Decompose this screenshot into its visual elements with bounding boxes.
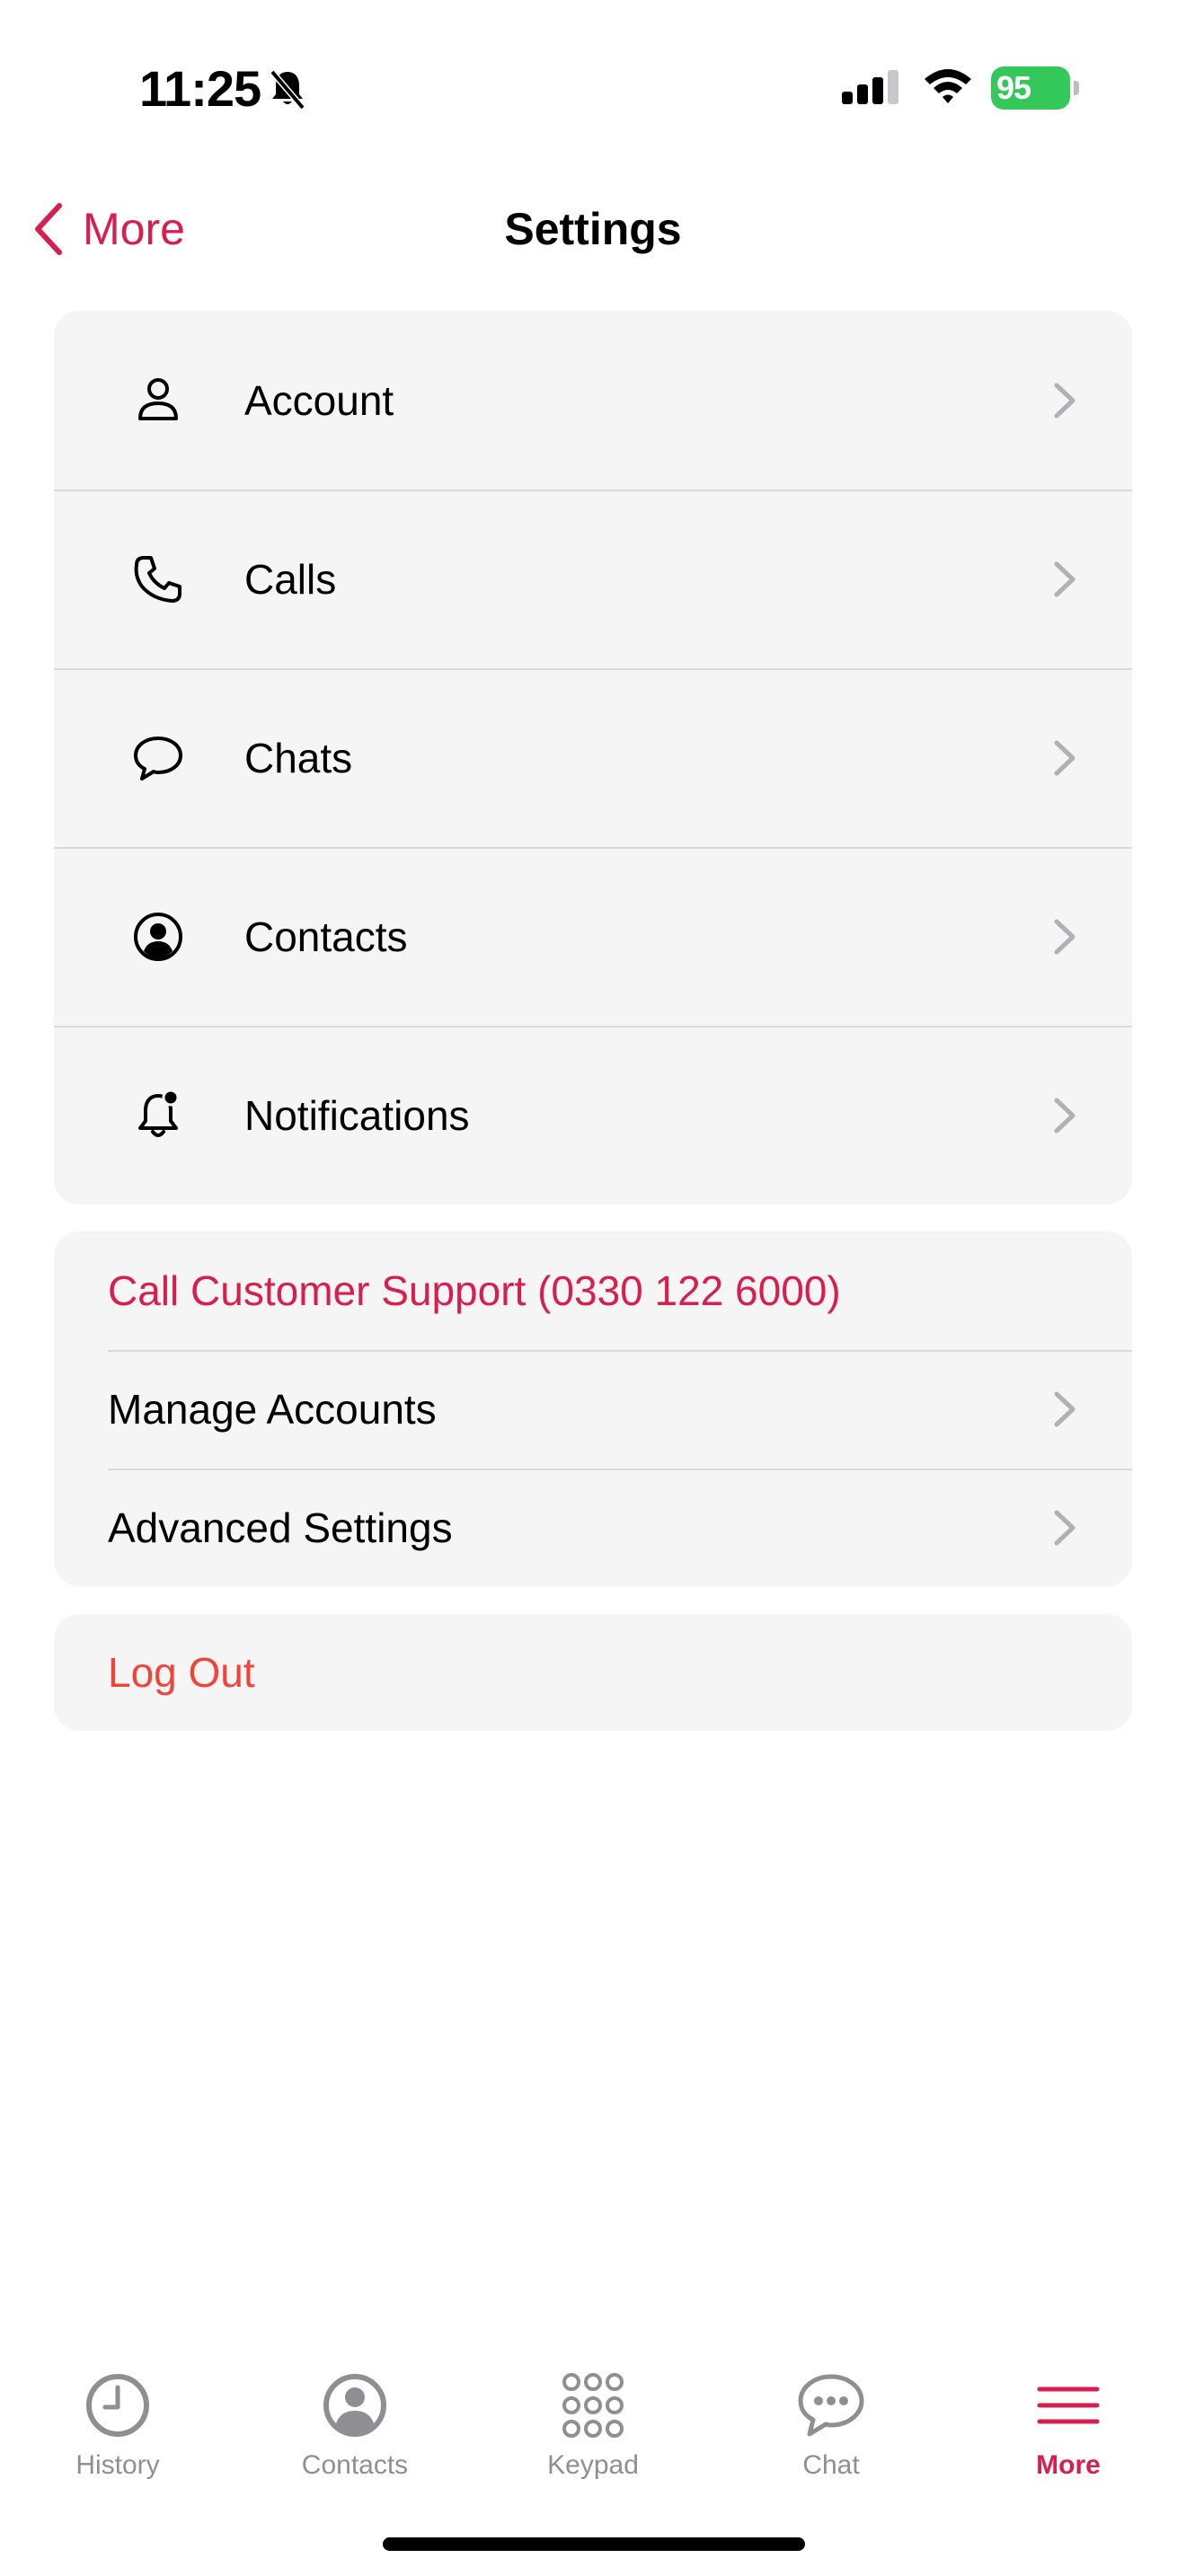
- tab-history[interactable]: History: [28, 2369, 208, 2495]
- chevron-right-icon: [1054, 561, 1075, 596]
- chevron-right-icon: [1054, 383, 1075, 418]
- settings-row-account[interactable]: Account: [54, 311, 1132, 490]
- chevron-left-icon: [35, 203, 62, 255]
- keypad-icon: [562, 2373, 624, 2438]
- advanced-settings-label: Advanced Settings: [108, 1504, 453, 1551]
- logout-group: Log Out: [54, 1614, 1132, 1731]
- support-group: Call Customer Support (0330 122 6000) Ma…: [54, 1231, 1132, 1586]
- call-customer-support-button[interactable]: Call Customer Support (0330 122 6000): [54, 1231, 1132, 1350]
- chevron-right-icon: [1054, 740, 1075, 775]
- navigation-bar: Settings More: [0, 171, 1186, 287]
- tab-contacts[interactable]: Contacts: [265, 2369, 445, 2495]
- back-label: More: [83, 204, 185, 254]
- tab-label: More: [1036, 2450, 1101, 2480]
- phone-icon: [134, 556, 181, 603]
- tab-label: Contacts: [301, 2450, 409, 2480]
- tab-more[interactable]: More: [978, 2369, 1158, 2495]
- battery-level: 95: [996, 69, 1031, 106]
- chevron-right-icon: [1054, 1391, 1075, 1427]
- battery-indicator: 95: [991, 66, 1081, 110]
- chat-bubble-icon: [134, 737, 182, 781]
- advanced-settings-row[interactable]: Advanced Settings: [54, 1469, 1132, 1586]
- home-indicator[interactable]: [383, 2537, 805, 2551]
- settings-row-label: Calls: [244, 555, 337, 603]
- bell-slash-icon: [270, 69, 305, 110]
- menu-icon: [1037, 2386, 1100, 2424]
- settings-row-notifications[interactable]: Notifications: [54, 1026, 1132, 1204]
- settings-row-label: Contacts: [244, 913, 408, 960]
- chevron-right-icon: [1054, 919, 1075, 954]
- chevron-right-icon: [1054, 1098, 1075, 1133]
- contact-circle-icon: [323, 2374, 386, 2437]
- contact-circle-icon: [134, 913, 182, 961]
- manage-accounts-label: Manage Accounts: [108, 1386, 437, 1433]
- bell-badge-icon: [138, 1089, 180, 1137]
- settings-row-label: Account: [244, 376, 394, 424]
- tab-bar: History Contacts Keypad Chat More: [0, 2351, 1186, 2486]
- chevron-right-icon: [1054, 1510, 1075, 1546]
- clock-icon: [86, 2374, 149, 2437]
- log-out-button[interactable]: Log Out: [54, 1614, 1132, 1731]
- settings-row-contacts[interactable]: Contacts: [54, 847, 1132, 1026]
- settings-row-label: Chats: [244, 734, 353, 781]
- back-button[interactable]: More: [32, 184, 185, 274]
- tab-chat[interactable]: Chat: [741, 2369, 921, 2495]
- settings-row-chats[interactable]: Chats: [54, 668, 1132, 847]
- status-time: 11:25: [139, 60, 261, 117]
- chat-bubble-icon: [798, 2374, 864, 2437]
- person-icon: [138, 378, 178, 420]
- settings-list: Account Calls Chats Contacts Notificatio…: [54, 311, 1132, 1204]
- settings-row-calls[interactable]: Calls: [54, 490, 1132, 668]
- cellular-signal-icon: [842, 70, 898, 104]
- tab-keypad[interactable]: Keypad: [503, 2369, 683, 2495]
- call-customer-support-label: Call Customer Support (0330 122 6000): [108, 1267, 841, 1314]
- tab-label: Chat: [802, 2450, 860, 2480]
- settings-row-label: Notifications: [244, 1091, 470, 1139]
- tab-label: History: [75, 2450, 160, 2480]
- tab-label: Keypad: [547, 2450, 639, 2480]
- log-out-label: Log Out: [108, 1649, 255, 1696]
- manage-accounts-row[interactable]: Manage Accounts: [54, 1350, 1132, 1469]
- status-bar: 11:25 95: [0, 0, 1186, 171]
- wifi-icon: [925, 69, 971, 103]
